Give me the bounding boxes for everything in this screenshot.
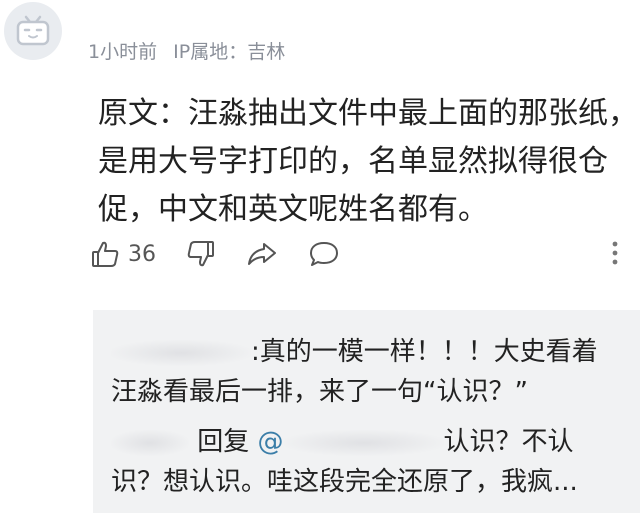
mention-at-symbol: @ xyxy=(257,427,284,457)
share-icon xyxy=(248,243,276,265)
comment-ip-location: IP属地：吉林 xyxy=(173,41,286,63)
reply-label: 回复 xyxy=(197,427,250,457)
more-options-button[interactable] xyxy=(610,238,620,272)
reply-button[interactable] xyxy=(308,239,340,269)
bilibili-tv-icon xyxy=(16,15,50,46)
share-button[interactable] xyxy=(246,239,278,269)
reply-list: :真的一模一样！！！大史看着汪淼看最后一排，来了一句“认识？” 回复 @ 认识？不… xyxy=(93,310,640,513)
thumbs-down-icon xyxy=(187,241,214,267)
comment-actions: 36 xyxy=(90,234,622,274)
comment-time: 1小时前 xyxy=(88,41,158,63)
blurred-mention-name xyxy=(283,429,444,456)
comment-meta: 1小时前 IP属地：吉林 xyxy=(88,38,295,66)
reply-item[interactable]: :真的一模一样！！！大史看着汪淼看最后一排，来了一句“认识？” xyxy=(111,332,622,412)
mention-link[interactable]: @ xyxy=(258,427,444,457)
dislike-button[interactable] xyxy=(186,239,216,269)
comment-text: 原文：汪淼抽出文件中最上面的那张纸，是用大号字打印的，名单显然拟得很仓促，中文和… xyxy=(98,96,638,227)
like-button[interactable]: 36 xyxy=(90,239,156,269)
comment-bubble-icon xyxy=(310,242,338,266)
reply-item[interactable]: 回复 @ 认识？不认识？想认识。哇这段完全还原了，我疯... xyxy=(111,422,622,502)
blurred-username xyxy=(111,339,251,366)
blurred-username xyxy=(111,429,189,456)
thumbs-up-icon xyxy=(92,241,119,267)
like-count: 36 xyxy=(128,241,156,267)
more-vertical-icon xyxy=(612,241,618,265)
avatar[interactable] xyxy=(4,2,62,60)
